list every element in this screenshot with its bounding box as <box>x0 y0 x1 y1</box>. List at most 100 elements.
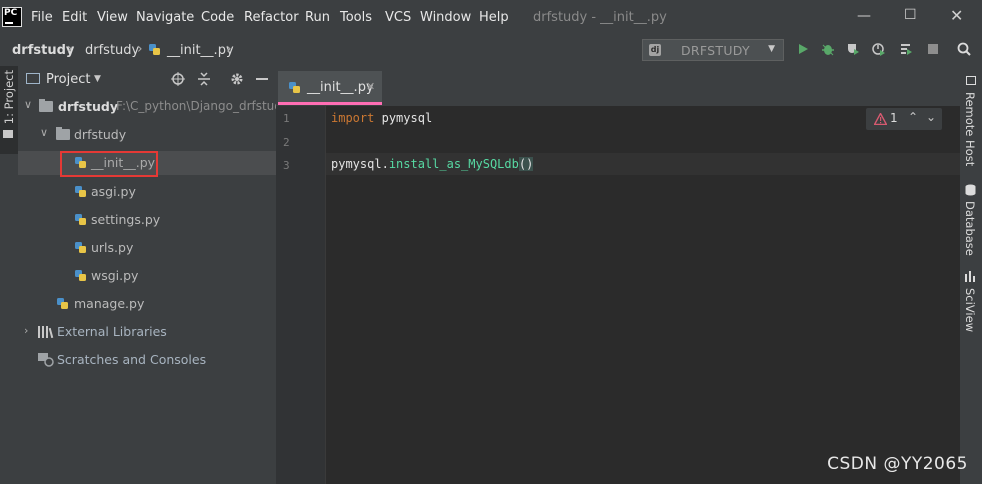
right-tool-stripe: Remote Host Database SciView <box>960 64 982 484</box>
database-tab[interactable]: Database <box>963 201 977 256</box>
project-panel-title[interactable]: Project <box>46 72 90 87</box>
tree-item-scratches[interactable]: Scratches and Consoles <box>18 349 276 371</box>
tree-item-external-libraries[interactable]: › External Libraries <box>18 321 276 343</box>
project-root-name: drfstudy <box>58 99 118 114</box>
breadcrumb-project[interactable]: drfstudy <box>12 43 74 58</box>
call-parentheses: () <box>518 157 534 171</box>
breadcrumb-package[interactable]: drfstudy <box>85 43 139 58</box>
minimize-icon[interactable]: — <box>857 8 871 24</box>
file-name: settings.py <box>91 212 161 227</box>
python-file-icon <box>75 186 86 197</box>
inspection-count: 1 <box>890 111 898 125</box>
line-number: 1 <box>283 112 290 125</box>
keyword-import: import <box>331 111 375 125</box>
expand-arrow-icon[interactable]: ∨ <box>40 126 48 139</box>
sciview-tab[interactable]: SciView <box>963 288 977 332</box>
code-line-1: import pymysql <box>331 111 432 125</box>
menu-view[interactable]: View <box>97 10 128 25</box>
external-libraries-label: External Libraries <box>57 324 167 339</box>
stop-icon[interactable] <box>926 42 940 56</box>
file-name: __init__.py <box>91 155 156 170</box>
package-name: drfstudy <box>74 127 127 142</box>
run-icon[interactable] <box>796 42 810 56</box>
menu-edit[interactable]: Edit <box>62 10 87 25</box>
tree-item-project-root[interactable]: ∨ drfstudy F:\C_python\Django_drfstud <box>18 96 282 118</box>
tree-item-file-selected[interactable]: __init__.py <box>18 151 276 177</box>
breadcrumb-file[interactable]: __init__.py <box>167 43 234 58</box>
line-number: 3 <box>283 159 290 172</box>
editor-tab-init[interactable]: __init__.py ✕ <box>278 71 382 105</box>
method-name: install_as_MySQLdb <box>388 157 519 171</box>
search-icon[interactable] <box>957 42 971 56</box>
line-number-gutter: 1 2 3 <box>276 106 326 484</box>
window-title: drfstudy - __init__.py <box>533 10 667 25</box>
django-icon: dj <box>649 44 661 56</box>
code-editor[interactable]: 1 2 3 import pymysql pymysql.install_as_… <box>276 106 960 484</box>
python-file-icon <box>75 214 86 225</box>
pycharm-logo-icon: PC <box>2 7 22 27</box>
breadcrumb-chevron-icon: › <box>137 41 143 57</box>
next-problem-icon[interactable]: ⌄ <box>926 110 936 124</box>
scratches-label: Scratches and Consoles <box>57 352 207 367</box>
menu-refactor[interactable]: Refactor <box>244 10 299 25</box>
menu-bar: PC File Edit View Navigate Code Refactor… <box>0 0 982 36</box>
menu-file[interactable]: File <box>31 10 53 25</box>
expand-arrow-icon[interactable]: ∨ <box>24 98 32 111</box>
profile-icon[interactable] <box>872 42 886 56</box>
active-tab-indicator <box>278 102 382 105</box>
project-tool-label: 1: Project <box>2 70 16 125</box>
python-file-icon <box>57 298 68 309</box>
coverage-icon[interactable] <box>846 42 860 56</box>
close-icon[interactable]: ✕ <box>950 6 963 25</box>
menu-window[interactable]: Window <box>420 10 471 25</box>
python-file-icon <box>149 44 160 55</box>
inspection-widget[interactable]: 1 ⌃ ⌄ <box>866 108 942 130</box>
code-line-3: pymysql.install_as_MySQLdb() <box>331 157 534 171</box>
debug-icon[interactable] <box>821 42 835 56</box>
expand-arrow-icon[interactable]: › <box>24 324 28 337</box>
warning-icon <box>874 113 887 125</box>
build-icon[interactable] <box>899 42 913 56</box>
project-view-icon <box>26 73 40 84</box>
run-configuration-select[interactable]: dj DRFSTUDY ▼ <box>642 39 784 61</box>
chevron-down-icon[interactable]: ▼ <box>94 74 101 84</box>
maximize-icon[interactable]: ☐ <box>904 7 917 23</box>
close-tab-icon[interactable]: ✕ <box>366 80 375 93</box>
chevron-down-icon: ▼ <box>768 44 775 54</box>
folder-icon <box>3 130 13 138</box>
tab-label: __init__.py <box>307 80 374 95</box>
remote-host-icon <box>966 76 976 85</box>
locate-icon[interactable] <box>171 72 185 86</box>
project-root-path: F:\C_python\Django_drfstud <box>116 99 282 113</box>
collapse-all-icon[interactable] <box>197 72 211 86</box>
python-file-icon <box>75 157 86 168</box>
project-panel: Project ▼ ∨ drfstudy F:\C_python\Django_… <box>18 64 282 484</box>
object-name: pymysql <box>331 157 382 171</box>
hide-panel-icon[interactable] <box>256 78 268 80</box>
file-name: wsgi.py <box>91 268 139 283</box>
python-file-icon <box>75 242 86 253</box>
python-file-icon <box>75 270 86 281</box>
line-number: 2 <box>283 136 290 149</box>
project-panel-header: Project ▼ <box>18 64 276 94</box>
previous-problem-icon[interactable]: ⌃ <box>908 110 918 124</box>
menu-tools[interactable]: Tools <box>340 10 372 25</box>
package-folder-icon <box>56 127 70 140</box>
gear-icon[interactable] <box>230 72 244 86</box>
module-name: pymysql <box>381 111 433 125</box>
project-tool-window-button[interactable]: 1: Project <box>0 66 18 154</box>
menu-code[interactable]: Code <box>201 10 234 25</box>
remote-host-tab[interactable]: Remote Host <box>963 92 977 166</box>
menu-vcs[interactable]: VCS <box>385 10 411 25</box>
menu-navigate[interactable]: Navigate <box>136 10 194 25</box>
breadcrumb-chevron-icon: › <box>67 41 73 57</box>
tree-item-package[interactable]: ∨ drfstudy <box>18 124 276 146</box>
breadcrumb-chevron-icon: › <box>226 41 232 57</box>
logo-text: PC <box>4 8 18 18</box>
sciview-icon <box>965 271 975 282</box>
scratches-icon <box>38 353 54 367</box>
folder-icon <box>39 99 53 112</box>
menu-run[interactable]: Run <box>305 10 330 25</box>
file-name: asgi.py <box>91 184 136 199</box>
menu-help[interactable]: Help <box>479 10 509 25</box>
